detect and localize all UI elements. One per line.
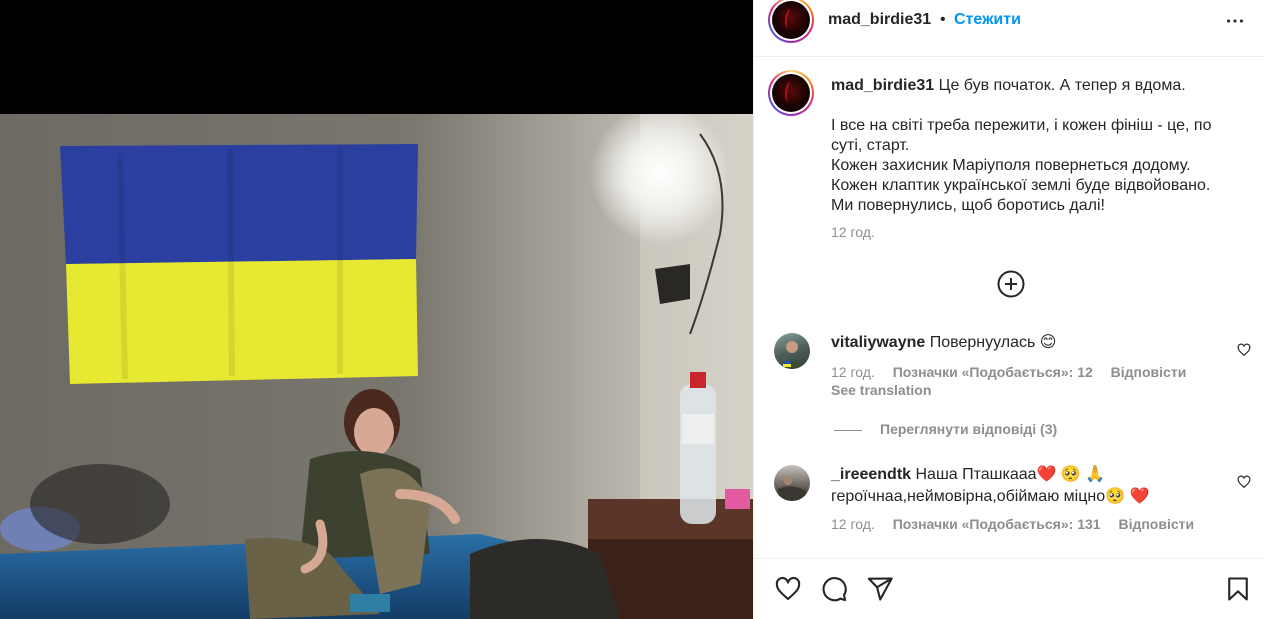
caption-username[interactable]: mad_birdie31 [831,77,934,94]
comment-timestamp[interactable]: 12 год. [831,516,875,532]
reply-button[interactable]: Відповісти [1111,364,1187,380]
comment-icon[interactable] [820,575,848,603]
water-bottle [680,384,716,524]
comment-timestamp[interactable]: 12 год. [831,364,875,380]
action-bar [754,558,1264,619]
comment-text: Повернуулась 😊 [929,334,1057,351]
commenter-avatar[interactable] [774,333,810,369]
reply-button[interactable]: Відповісти [1118,516,1194,532]
commenter-avatar[interactable] [774,465,810,501]
caption-text: mad_birdie31 Це був початок. А тепер я в… [831,76,1251,216]
comment-heart-icon[interactable] [1237,475,1251,489]
view-replies-button[interactable]: Переглянути відповіді (3) [834,421,1057,437]
caption-line: Ми повернулись, щоб боротись далі! [831,197,1105,214]
post-details-panel: mad_birdie31 • Стежити mad_birdie31 Це б… [753,0,1264,619]
commenter-username[interactable]: _ireeendtk [831,466,911,483]
comment-heart-icon[interactable] [1237,343,1251,357]
comment-text-cont: героїчнаа,неймовірна,обіймаю міцно🥺 ❤️ [831,488,1150,505]
more-horizontal-icon[interactable] [1224,10,1246,32]
plus-circle-icon[interactable] [996,269,1026,299]
heart-icon[interactable] [774,575,802,603]
caption-line: І все на світі треба пережити, і кожен ф… [831,117,1212,134]
caption-line: Кожен захисник Маріуполя повернеться дод… [831,157,1191,174]
ukrainian-flag [60,144,418,384]
send-icon[interactable] [866,575,894,603]
see-translation-link[interactable]: See translation [831,382,931,398]
separator-dot: • [940,11,946,28]
caption-timestamp[interactable]: 12 год. [831,224,875,240]
replies-line [834,429,862,431]
comment-likes[interactable]: Позначки «Подобається»: 12 [893,364,1093,380]
author-username[interactable]: mad_birdie31 [828,11,931,29]
caption-line: суті, старт. [831,137,910,154]
post-header: mad_birdie31 • Стежити [754,0,1264,57]
author-avatar[interactable] [768,0,814,43]
photo-image [0,114,753,619]
follow-button[interactable]: Стежити [954,11,1021,29]
view-replies-label: Переглянути відповіді (3) [880,421,1058,437]
caption-avatar[interactable] [768,70,814,116]
post-photo[interactable] [0,0,753,619]
caption-line: Кожен клаптик української землі буде від… [831,177,1211,194]
comment-text: Наша Пташкааа❤️ 🥺 🙏 [915,466,1106,483]
commenter-username[interactable]: vitaliywayne [831,334,925,351]
caption-first-line: Це був початок. А тепер я вдома. [938,77,1186,94]
bookmark-icon[interactable] [1224,575,1252,603]
comment-likes[interactable]: Позначки «Подобається»: 131 [893,516,1101,532]
